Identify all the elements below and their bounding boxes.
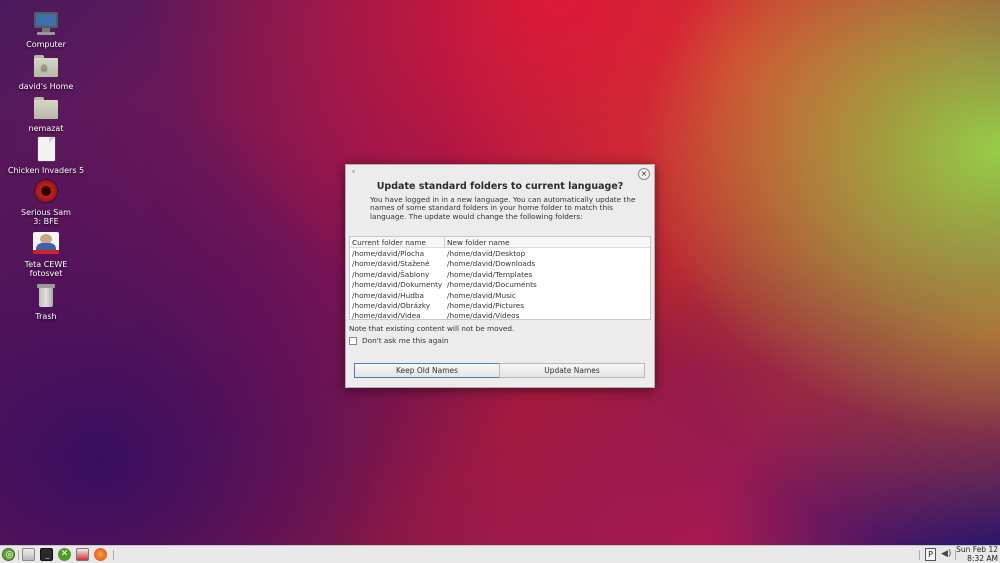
dont-ask-checkbox[interactable]: Don't ask me this again xyxy=(349,336,449,345)
cell-new: /home/david/Templates xyxy=(447,269,533,279)
cell-current: /home/david/Hudba xyxy=(352,290,424,300)
cell-new: /home/david/Desktop xyxy=(447,249,526,258)
clock-time: 8:32 AM xyxy=(967,553,998,563)
tray-separator xyxy=(919,550,920,560)
table-row[interactable]: /home/david/Hudba/home/david/Music xyxy=(350,290,650,300)
clock[interactable]: Sun Feb 12 8:32 AM xyxy=(956,545,998,563)
table-row[interactable]: /home/david/Videa/home/david/Videos xyxy=(350,310,650,320)
cell-current: /home/david/Plocha xyxy=(352,249,425,258)
content-not-moved-note: Note that existing content will not be m… xyxy=(349,324,515,333)
column-header-current[interactable]: Current folder name xyxy=(352,238,426,247)
folder-rename-table[interactable]: Current folder name New folder name /hom… xyxy=(349,236,651,320)
desktop-icon-label: Chicken Invaders 5 xyxy=(7,166,85,175)
taskbar-separator xyxy=(113,550,114,560)
update-folders-dialog: × Update standard folders to current lan… xyxy=(345,164,655,388)
taskbar: ◎ _ ✕ P ◀) Sun Feb 12 8:32 AM xyxy=(0,545,1000,563)
dialog-message: You have logged in in a new language. Yo… xyxy=(370,195,636,221)
volume-icon[interactable]: ◀) xyxy=(941,549,951,559)
close-icon[interactable]: × xyxy=(638,168,650,180)
desktop-icon-label: Computer xyxy=(26,40,66,49)
mint-menu-icon[interactable]: ◎ xyxy=(2,548,15,561)
trash-icon xyxy=(32,282,60,310)
desktop-icon-serious-sam[interactable]: Serious Sam 3: BFE xyxy=(6,178,86,226)
file-icon xyxy=(32,136,60,164)
taskbar-separator xyxy=(18,550,19,560)
desktop-icon-label: nemazat xyxy=(28,124,64,133)
cell-current: /home/david/Obrázky xyxy=(352,300,431,310)
game-icon xyxy=(32,178,60,206)
window-menu-dot[interactable] xyxy=(352,170,355,173)
cell-current: /home/david/Stažené xyxy=(352,259,430,269)
dialog-title: Update standard folders to current langu… xyxy=(376,181,624,192)
checkbox-box[interactable] xyxy=(349,336,357,345)
desktop-icon-trash[interactable]: Trash xyxy=(6,282,86,321)
xbox-icon[interactable]: ✕ xyxy=(58,548,71,561)
table-row[interactable]: /home/david/Šablony/home/david/Templates xyxy=(350,269,650,279)
firefox-icon[interactable] xyxy=(94,548,107,561)
column-header-new[interactable]: New folder name xyxy=(447,238,509,247)
keep-old-names-button[interactable]: Keep Old Names xyxy=(354,363,500,378)
desktop-icon-home[interactable]: ⌂ david's Home xyxy=(6,52,86,91)
desktop-icon-label: david's Home xyxy=(18,82,74,91)
file-manager-icon[interactable] xyxy=(22,548,35,561)
cell-new: /home/david/Music xyxy=(447,290,516,300)
desktop-icon-cewe[interactable]: Teta CEWE fotosvet xyxy=(6,230,86,278)
cell-new: /home/david/Videos xyxy=(447,311,520,321)
desktop-icon-label: Trash xyxy=(35,312,57,321)
photo-app-icon xyxy=(32,230,60,258)
table-row[interactable]: /home/david/Stažené/home/david/Downloads xyxy=(350,258,650,268)
table-header: Current folder name New folder name xyxy=(350,237,650,248)
desktop-icon-label: Teta CEWE fotosvet xyxy=(24,260,68,278)
cell-new: /home/david/Documents xyxy=(447,280,537,290)
tray-p-icon[interactable]: P xyxy=(925,548,936,561)
desktop-icon-chicken-invaders[interactable]: Chicken Invaders 5 xyxy=(6,136,86,175)
table-row[interactable]: /home/david/Plocha/home/david/Desktop xyxy=(350,248,650,258)
folder-icon xyxy=(32,94,60,122)
table-row[interactable]: /home/david/Dokumenty/home/david/Documen… xyxy=(350,279,650,289)
home-folder-icon: ⌂ xyxy=(32,52,60,80)
cell-current: /home/david/Videa xyxy=(352,311,421,321)
desktop-icon-computer[interactable]: Computer xyxy=(6,10,86,49)
computer-icon xyxy=(32,10,60,38)
cell-new: /home/david/Downloads xyxy=(447,259,536,269)
terminal-icon[interactable]: _ xyxy=(40,548,53,561)
desktop-icon-nemazat[interactable]: nemazat xyxy=(6,94,86,133)
table-row[interactable]: /home/david/Obrázky/home/david/Pictures xyxy=(350,300,650,310)
desktop-icon-label: Serious Sam 3: BFE xyxy=(21,208,71,226)
cell-new: /home/david/Pictures xyxy=(447,300,525,310)
cell-current: /home/david/Šablony xyxy=(352,269,430,279)
column-divider[interactable] xyxy=(444,237,445,247)
cell-current: /home/david/Dokumenty xyxy=(352,280,443,290)
checkbox-label[interactable]: Don't ask me this again xyxy=(362,336,449,345)
update-names-button[interactable]: Update Names xyxy=(499,363,645,378)
package-installer-icon[interactable] xyxy=(76,548,89,561)
